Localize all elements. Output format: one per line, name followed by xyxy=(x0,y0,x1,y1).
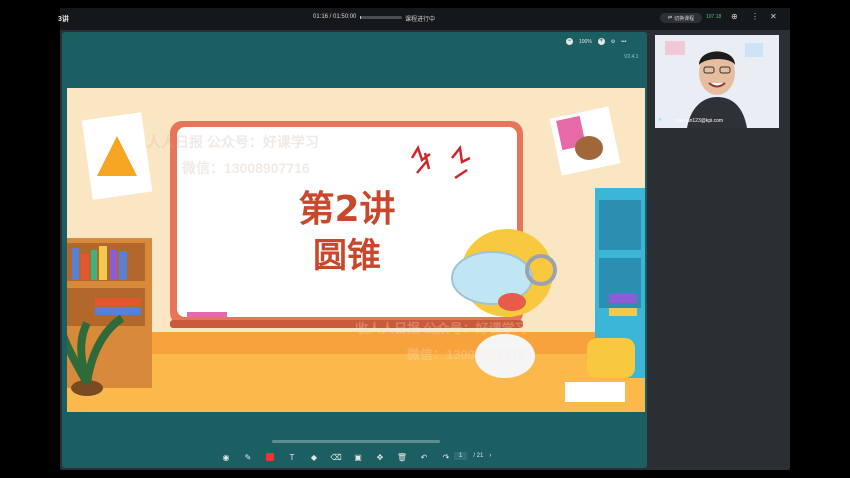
switch-icon: ⇄ xyxy=(667,15,673,21)
text-icon[interactable]: T xyxy=(286,451,298,463)
lesson-tag: 3讲 xyxy=(58,16,69,23)
zoom-icon[interactable]: ⊕ xyxy=(731,12,738,21)
board-toolbar: − 100% + ⚙ ••• xyxy=(566,38,627,45)
switch-course-label: 切换课程 xyxy=(674,15,695,22)
watermark-line-1: 人人日报 公众号：好课学习 xyxy=(147,134,319,150)
watermark-line-4: 微信：13008907716 xyxy=(407,347,526,362)
teacher-video xyxy=(655,35,779,128)
slide-subtitle: 圆锥 xyxy=(313,236,381,276)
slide-title: 第2讲 xyxy=(298,189,396,230)
zoom-level: 100% xyxy=(579,38,592,45)
page-navigator: ‹ 1 / 21 › xyxy=(446,452,491,460)
lesson-slide: 人人日报 公众号：好课学习 微信：13008907716 收人人日报 公众号：好… xyxy=(67,88,645,412)
trash-icon[interactable]: 🗑 xyxy=(396,451,408,463)
record-icon[interactable]: ◉ xyxy=(220,451,232,463)
move-icon[interactable]: ✥ xyxy=(374,451,386,463)
zoom-in-icon[interactable]: + xyxy=(597,38,605,45)
next-page-icon[interactable]: › xyxy=(489,453,491,459)
color-picker[interactable] xyxy=(264,451,276,463)
teacher-portrait xyxy=(655,35,779,128)
pen-icon[interactable]: ✎ xyxy=(242,451,254,463)
network-signal: 107.18 xyxy=(706,14,722,20)
shape-icon[interactable]: ◆ xyxy=(308,451,320,463)
zoom-out-icon[interactable]: − xyxy=(566,38,573,45)
teacher-name: xuenan123@kpi.com xyxy=(676,118,724,124)
board-scrollbar[interactable] xyxy=(272,440,440,443)
more-icon[interactable]: ••• xyxy=(621,39,626,45)
eraser-icon[interactable]: ⌫ xyxy=(330,451,342,463)
image-icon[interactable]: ▣ xyxy=(352,451,364,463)
switch-course-button[interactable]: ⇄ 切换课程 xyxy=(660,13,702,23)
undo-icon[interactable]: ↶ xyxy=(418,451,430,463)
board-tools: ◉ ✎ T ◆ ⌫ ▣ ✥ 🗑 ↶ ↷ xyxy=(220,451,452,463)
page-total: / 21 xyxy=(473,453,484,459)
close-icon[interactable]: ✕ xyxy=(770,12,777,21)
watermark-line-2: 微信：13008907716 xyxy=(182,160,310,176)
prev-page-icon[interactable]: ‹ xyxy=(446,453,448,459)
page-current[interactable]: 1 xyxy=(454,452,468,460)
class-status: 课程进行中 xyxy=(405,17,436,23)
watermark-line-3: 收人人日报 公众号：好课学习 xyxy=(355,321,528,336)
version-label: V2.4.1 xyxy=(624,54,639,60)
settings-icon[interactable]: ⚙ xyxy=(611,39,615,45)
mic-icon: ● xyxy=(658,117,662,123)
class-progress-bar xyxy=(360,16,402,19)
more-vertical-icon[interactable]: ⋮ xyxy=(751,12,759,21)
class-time: 01:16 / 01:50:00 xyxy=(313,14,357,20)
